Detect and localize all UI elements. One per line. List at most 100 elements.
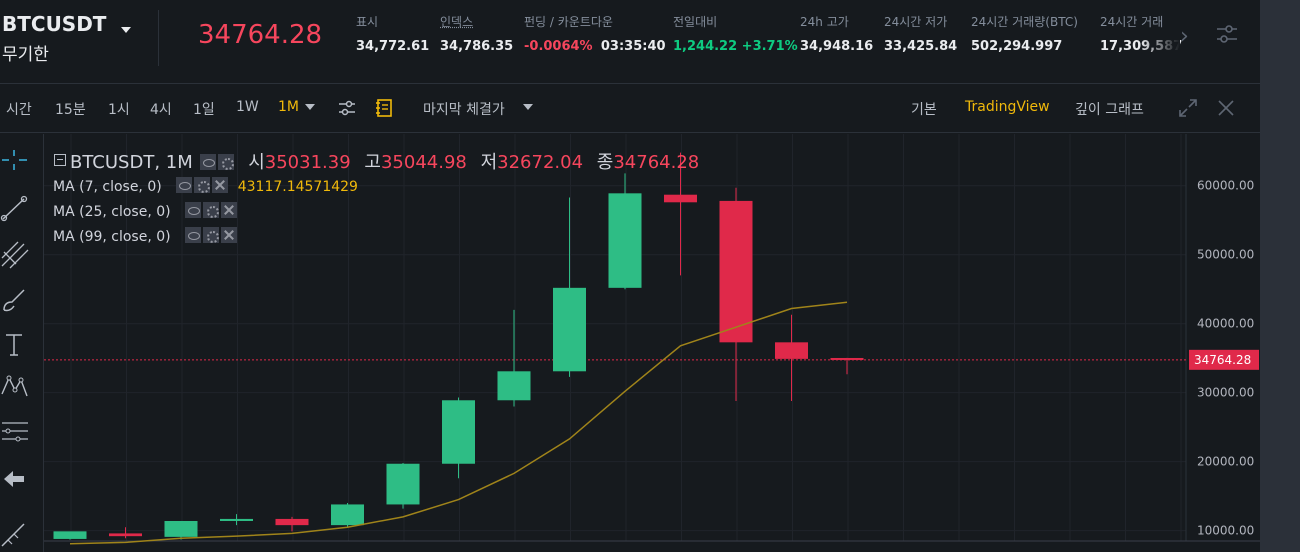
symbol-dropdown-icon[interactable] — [121, 27, 131, 33]
chart-list-icon[interactable] — [374, 98, 394, 118]
candle-body[interactable] — [553, 287, 586, 372]
price-type-dropdown-icon[interactable] — [523, 104, 533, 110]
stat-label: 전일대비 — [673, 15, 718, 29]
remove-icon[interactable] — [211, 177, 228, 193]
candle-body[interactable] — [830, 357, 864, 360]
candle-body[interactable] — [497, 371, 531, 401]
ma99-legend: MA (99, close, 0) — [53, 227, 237, 245]
candle-body[interactable] — [719, 200, 753, 343]
last-price: 34764.28 — [198, 20, 323, 50]
view-basic[interactable]: 기본 — [911, 99, 937, 119]
ma99-label: MA (99, close, 0) — [53, 229, 171, 245]
arrow-left-icon[interactable] — [0, 464, 30, 494]
view-depth[interactable]: 깊이 그래프 — [1075, 99, 1144, 119]
symbol-name[interactable]: BTCUSDT — [2, 12, 106, 36]
interval-15m[interactable]: 15분 — [55, 99, 86, 119]
ohlc-legend: BTCUSDT, 1M 시35031.39 고35044.98 저32672.0… — [54, 148, 699, 174]
candle-body[interactable] — [664, 194, 697, 203]
candle-body[interactable] — [164, 520, 198, 537]
candle-body[interactable] — [608, 193, 642, 288]
drawing-toolbar — [0, 134, 44, 552]
candle-body[interactable] — [442, 400, 475, 464]
trading-app: BTCUSDT 무기한 34764.28 표시 34,772.61 인덱스 34… — [0, 0, 1260, 552]
header-divider — [158, 10, 159, 66]
gear-icon[interactable] — [202, 202, 219, 218]
high-24h-stat: 24h 고가 34,948.16 — [800, 13, 873, 54]
view-tradingview[interactable]: TradingView — [965, 99, 1050, 115]
legend-title: BTCUSDT, 1M — [70, 152, 193, 173]
candle-body[interactable] — [53, 531, 87, 539]
interval-time[interactable]: 시간 — [6, 99, 32, 119]
y-tick-label: 50000.00 — [1197, 248, 1254, 262]
chevron-right-icon[interactable]: › — [1180, 24, 1189, 49]
price-chart[interactable]: 10000.00 20000.00 30000.00 40000.00 50000.00… — [44, 134, 1260, 552]
page-scrollbar[interactable] — [1260, 0, 1300, 552]
candle-body[interactable] — [331, 504, 364, 526]
collapse-legend-icon[interactable] — [54, 154, 66, 166]
price-type-select[interactable]: 마지막 체결가 — [423, 99, 505, 119]
candle-body[interactable] — [275, 518, 309, 526]
stat-value: 34,772.61 — [356, 39, 430, 54]
text-icon[interactable] — [0, 330, 30, 360]
fib-retracement-icon[interactable] — [0, 418, 30, 448]
gear-icon[interactable] — [218, 154, 235, 170]
candle-body[interactable] — [109, 533, 142, 537]
visibility-icon[interactable] — [184, 227, 201, 243]
interval-1m[interactable]: 1M — [278, 99, 299, 115]
crosshair-icon[interactable] — [0, 146, 30, 176]
trend-line-icon[interactable] — [0, 194, 30, 224]
indicator-settings-icon[interactable] — [337, 98, 357, 118]
ma25-legend: MA (25, close, 0) — [53, 202, 237, 220]
stat-label: 펀딩 / 카운트다운 — [524, 15, 613, 29]
stat-label: 표시 — [356, 15, 379, 29]
ticker-fade — [1140, 30, 1180, 60]
gear-icon[interactable] — [202, 227, 219, 243]
visibility-icon[interactable] — [184, 202, 201, 218]
ma7-legend: MA (7, close, 0) 43117.14571429 — [53, 177, 358, 195]
chart-toolbar: 시간 15분 1시 4시 1일 1W 1M 마지막 체결가 기본 Trading… — [0, 85, 1260, 133]
contract-type: 무기한 — [2, 45, 49, 65]
stat-label: 24시간 저가 — [884, 15, 948, 29]
interval-1d[interactable]: 1일 — [193, 99, 215, 119]
candle-body[interactable] — [386, 463, 420, 505]
stat-value: 34,948.16 — [800, 39, 874, 54]
expand-icon[interactable] — [1178, 98, 1198, 118]
index-price-stat[interactable]: 인덱스 34,786.35 — [440, 13, 513, 54]
interval-4h[interactable]: 4시 — [150, 99, 172, 119]
gear-icon[interactable] — [193, 177, 210, 193]
pattern-icon[interactable] — [0, 372, 30, 402]
low-24h-stat: 24시간 저가 33,425.84 — [884, 13, 957, 54]
interval-dropdown-icon[interactable] — [305, 104, 315, 110]
interval-1h[interactable]: 1시 — [108, 99, 130, 119]
stat-label: 인덱스 — [440, 15, 474, 29]
settings-sliders-icon[interactable] — [1215, 22, 1239, 46]
close-value: 34764.28 — [613, 152, 700, 173]
close-label: 종 — [596, 152, 614, 173]
funding-rate: -0.0064% — [524, 39, 593, 54]
open-label: 시 — [248, 152, 265, 173]
stat-label: 24h 고가 — [800, 15, 849, 29]
remove-icon[interactable] — [220, 202, 237, 218]
funding-stat: 펀딩 / 카운트다운 -0.0064% 03:35:40 — [524, 13, 666, 54]
visibility-icon[interactable] — [175, 177, 192, 193]
pitchfork-icon[interactable] — [0, 240, 30, 270]
stat-value: 34,786.35 — [440, 39, 514, 54]
brush-icon[interactable] — [0, 286, 30, 316]
candle-body[interactable] — [220, 518, 253, 521]
volume-btc-stat: 24시간 거래량(BTC) 502,294.997 — [971, 13, 1078, 54]
change-stat: 전일대비 1,244.22 +3.71% — [673, 13, 798, 54]
interval-1w[interactable]: 1W — [236, 99, 259, 115]
stat-label: 24시간 거래 — [1100, 15, 1164, 29]
close-icon[interactable] — [1216, 98, 1236, 118]
ma7-label: MA (7, close, 0) — [53, 179, 162, 195]
mark-price-stat: 표시 34,772.61 — [356, 13, 429, 54]
ticker-header: BTCUSDT 무기한 34764.28 표시 34,772.61 인덱스 34… — [0, 0, 1260, 84]
visibility-icon[interactable] — [200, 154, 217, 170]
low-label: 저 — [480, 152, 498, 173]
candle-body[interactable] — [775, 342, 808, 359]
remove-icon[interactable] — [220, 227, 237, 243]
candlestick-chart[interactable]: 10000.00 20000.00 30000.00 40000.00 50000.00… — [44, 134, 1260, 552]
last-price-tag-label: 34764.28 — [1194, 353, 1251, 367]
y-tick-label: 60000.00 — [1197, 179, 1254, 193]
ruler-icon[interactable] — [0, 518, 30, 548]
